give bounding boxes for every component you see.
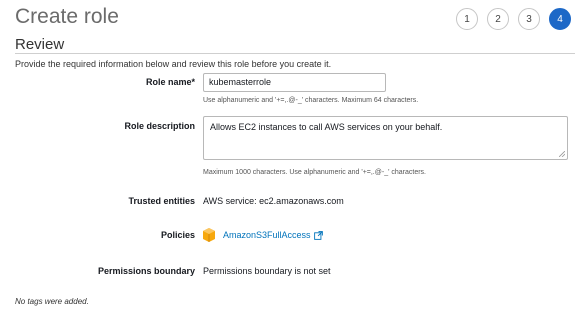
- role-description-hint: Maximum 1000 characters. Use alphanumeri…: [203, 169, 426, 176]
- trusted-entities-value: AWS service: ec2.amazonaws.com: [203, 196, 344, 206]
- step-1-button[interactable]: 1: [456, 8, 478, 30]
- policy-item: AmazonS3FullAccess: [203, 228, 323, 242]
- wizard-steps: 1 2 3 4: [456, 8, 571, 30]
- role-description-textarea[interactable]: Allows EC2 instances to call AWS service…: [203, 116, 568, 160]
- page-title: Create role: [15, 5, 119, 28]
- step-4-button[interactable]: 4: [549, 8, 571, 30]
- role-description-label: Role description: [124, 121, 195, 131]
- role-name-hint: Use alphanumeric and '+=,.@-_' character…: [203, 97, 419, 104]
- external-link-icon[interactable]: [313, 230, 323, 240]
- aws-managed-policy-icon: [203, 228, 215, 242]
- no-tags-note: No tags were added.: [15, 297, 89, 306]
- resize-grip-icon[interactable]: [559, 151, 565, 157]
- section-title: Review: [15, 36, 65, 53]
- role-name-input[interactable]: kubemasterrole: [203, 73, 386, 92]
- permissions-boundary-label: Permissions boundary: [97, 266, 195, 276]
- intro-text: Provide the required information below a…: [15, 59, 332, 69]
- role-name-label: Role name*: [145, 77, 195, 87]
- step-3-button[interactable]: 3: [518, 8, 540, 30]
- role-description-text: Allows EC2 instances to call AWS service…: [210, 122, 443, 132]
- section-divider: [15, 53, 575, 54]
- policies-label: Policies: [160, 230, 195, 240]
- trusted-entities-label: Trusted entities: [128, 196, 195, 206]
- policy-link[interactable]: AmazonS3FullAccess: [223, 230, 311, 240]
- step-2-button[interactable]: 2: [487, 8, 509, 30]
- permissions-boundary-value: Permissions boundary is not set: [203, 266, 331, 276]
